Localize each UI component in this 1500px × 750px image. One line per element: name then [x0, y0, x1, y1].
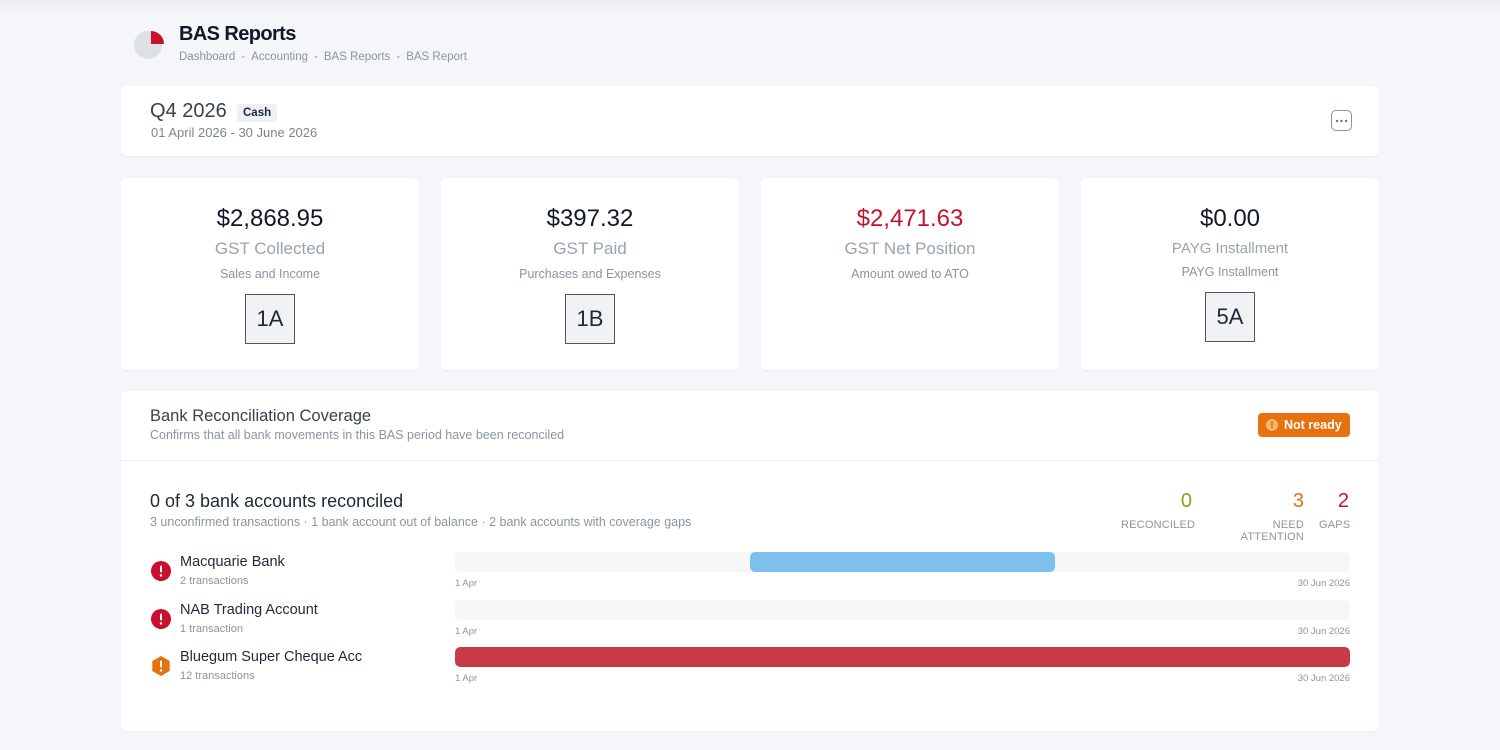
more-options-button[interactable]	[1331, 110, 1352, 131]
breadcrumb-separator: -	[396, 51, 401, 63]
bas-field-code: 1B	[565, 294, 615, 344]
alert-icon: !	[1266, 419, 1278, 431]
period-card: Q4 2026 Cash 01 April 2026 - 30 June 202…	[121, 86, 1379, 156]
metric-card-gst-net-position: $2,471.63 GST Net Position Amount owed t…	[761, 178, 1059, 370]
stat-gaps: 2 GAPS	[1319, 490, 1351, 531]
breadcrumb: Dashboard - Accounting - BAS Reports - BAS Rep…	[179, 51, 467, 63]
account-transaction-count: 1 transaction	[180, 623, 243, 635]
status-badge: ! Not ready	[1258, 413, 1350, 437]
summary-title: 0 of 3 bank accounts reconciled	[150, 491, 404, 511]
pie-chart-logo-icon	[134, 31, 164, 59]
coverage-track	[455, 600, 1350, 620]
period-end-label: 30 Jun 2026	[1297, 673, 1350, 684]
account-name: Macquarie Bank	[180, 554, 285, 570]
stat-value: 2	[1337, 490, 1349, 512]
metric-label: GST Paid	[553, 239, 627, 258]
account-name: NAB Trading Account	[180, 602, 318, 618]
metric-card-payg-installment: $0.00 PAYG Installment PAYG Installment …	[1081, 178, 1379, 370]
stat-need-attention: 3 NEED ATTENTION	[1207, 490, 1304, 543]
summary-description: 3 unconfirmed transactions · 1 bank acco…	[150, 515, 692, 529]
breadcrumb-dashboard[interactable]: Dashboard	[179, 51, 235, 63]
metric-subtitle: Purchases and Expenses	[519, 267, 661, 281]
bas-field-code: 5A	[1205, 292, 1255, 342]
breadcrumb-separator: -	[314, 51, 318, 63]
period-title: Q4 2026	[150, 100, 227, 122]
metric-value: $2,471.63	[856, 205, 964, 232]
metric-subtitle: PAYG Installment	[1181, 265, 1279, 279]
account-transaction-count: 12 transactions	[180, 670, 255, 682]
stat-label: NEED ATTENTION	[1240, 519, 1304, 543]
reconciliation-description: Confirms that all bank movements in this…	[150, 428, 565, 442]
breadcrumb-accounting[interactable]: Accounting	[251, 51, 308, 63]
period-start-label: 1 Apr	[455, 578, 478, 589]
breadcrumb-separator: -	[241, 51, 246, 63]
reconciliation-header: Bank Reconciliation Coverage Confirms th…	[121, 391, 1379, 461]
period-end-label: 30 Jun 2026	[1297, 578, 1350, 589]
stat-value: 0	[1180, 490, 1192, 512]
coverage-bar	[455, 647, 1350, 667]
coverage-bar	[750, 552, 1055, 572]
metric-label: GST Net Position	[844, 239, 976, 258]
metric-value: $0.00	[1199, 205, 1261, 232]
metric-label: PAYG Installment	[1171, 240, 1289, 257]
metric-card-gst-collected: $2,868.95 GST Collected Sales and Income…	[121, 178, 419, 370]
page-title: BAS Reports	[179, 23, 296, 45]
error-circle-icon	[151, 609, 171, 629]
reconciliation-title: Bank Reconciliation Coverage	[150, 407, 372, 425]
account-transaction-count: 2 transactions	[180, 575, 249, 587]
breadcrumb-bas-report: BAS Report	[406, 51, 467, 63]
stat-value: 3	[1292, 490, 1304, 512]
error-circle-icon	[151, 561, 171, 581]
bank-account-row[interactable]: Macquarie Bank 2 transactions 1 Apr 30 J…	[150, 552, 1350, 596]
metric-value: $2,868.95	[216, 205, 324, 232]
bas-field-code: 1A	[245, 294, 295, 344]
bank-account-row[interactable]: Bluegum Super Cheque Acc 12 transactions…	[150, 647, 1350, 691]
page-header: BAS Reports Dashboard - Accounting - BAS Rep…	[133, 22, 733, 72]
metric-card-gst-paid: $397.32 GST Paid Purchases and Expenses …	[441, 178, 739, 370]
period-start-label: 1 Apr	[455, 673, 478, 684]
status-label: Not ready	[1284, 418, 1342, 432]
more-horizontal-icon	[1335, 119, 1348, 122]
stat-reconciled: 0 RECONCILED	[1121, 490, 1196, 531]
period-dates: 01 April 2026 - 30 June 2026	[151, 125, 318, 140]
stat-label: GAPS	[1319, 519, 1351, 531]
stat-label: RECONCILED	[1121, 519, 1196, 531]
account-name: Bluegum Super Cheque Acc	[180, 649, 363, 665]
breadcrumb-bas-reports[interactable]: BAS Reports	[324, 51, 390, 63]
metric-label: GST Collected	[214, 239, 326, 258]
period-end-label: 30 Jun 2026	[1297, 626, 1350, 637]
coverage-track	[455, 552, 1350, 572]
metric-subtitle: Sales and Income	[219, 267, 321, 281]
bank-reconciliation-card: Bank Reconciliation Coverage Confirms th…	[121, 391, 1379, 731]
top-shade	[0, 0, 1500, 16]
warning-hexagon-icon	[152, 656, 170, 676]
accounting-basis-badge: Cash	[237, 104, 278, 122]
metric-value: $397.32	[546, 205, 634, 232]
metric-subtitle: Amount owed to ATO	[851, 267, 969, 281]
coverage-track	[455, 647, 1350, 667]
period-start-label: 1 Apr	[455, 626, 478, 637]
bank-account-row[interactable]: NAB Trading Account 1 transaction 1 Apr …	[150, 600, 1350, 644]
